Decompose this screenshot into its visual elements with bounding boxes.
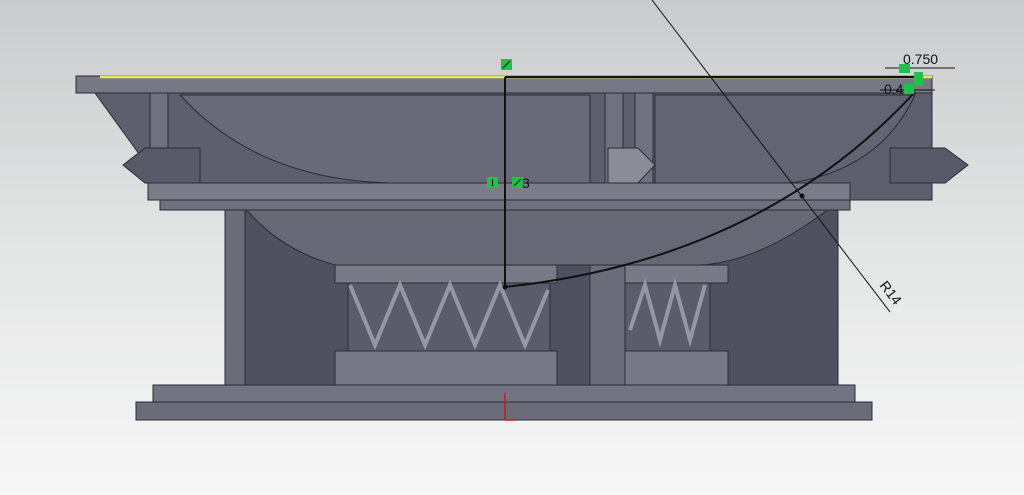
right-tab xyxy=(889,147,969,184)
spring-cap-top-left xyxy=(334,264,558,284)
spring-cap-top-right xyxy=(624,264,729,284)
spring-cap-bottom-right xyxy=(624,350,729,386)
offset-dimension[interactable]: 0.4 xyxy=(884,81,904,97)
middle-band xyxy=(147,182,851,201)
cad-viewport[interactable]: 3 0.750 0.4 R14 xyxy=(0,0,1024,495)
base-plate-top xyxy=(152,384,856,403)
model-part xyxy=(75,75,969,421)
width-dimension[interactable]: 0.750 xyxy=(903,51,938,67)
lower-left-post xyxy=(224,207,246,386)
sketch-point[interactable] xyxy=(502,284,508,290)
radius-dimension[interactable]: R14 xyxy=(877,278,906,308)
left-tab xyxy=(122,147,201,184)
spring-cap-bottom-left xyxy=(334,350,558,386)
relation-count: 3 xyxy=(522,175,530,191)
base-plate-bottom xyxy=(135,401,873,421)
sketch-point[interactable] xyxy=(799,193,805,199)
lower-bowl xyxy=(243,207,832,266)
relation-icon[interactable] xyxy=(914,72,923,86)
relation-icon[interactable] xyxy=(904,84,914,94)
